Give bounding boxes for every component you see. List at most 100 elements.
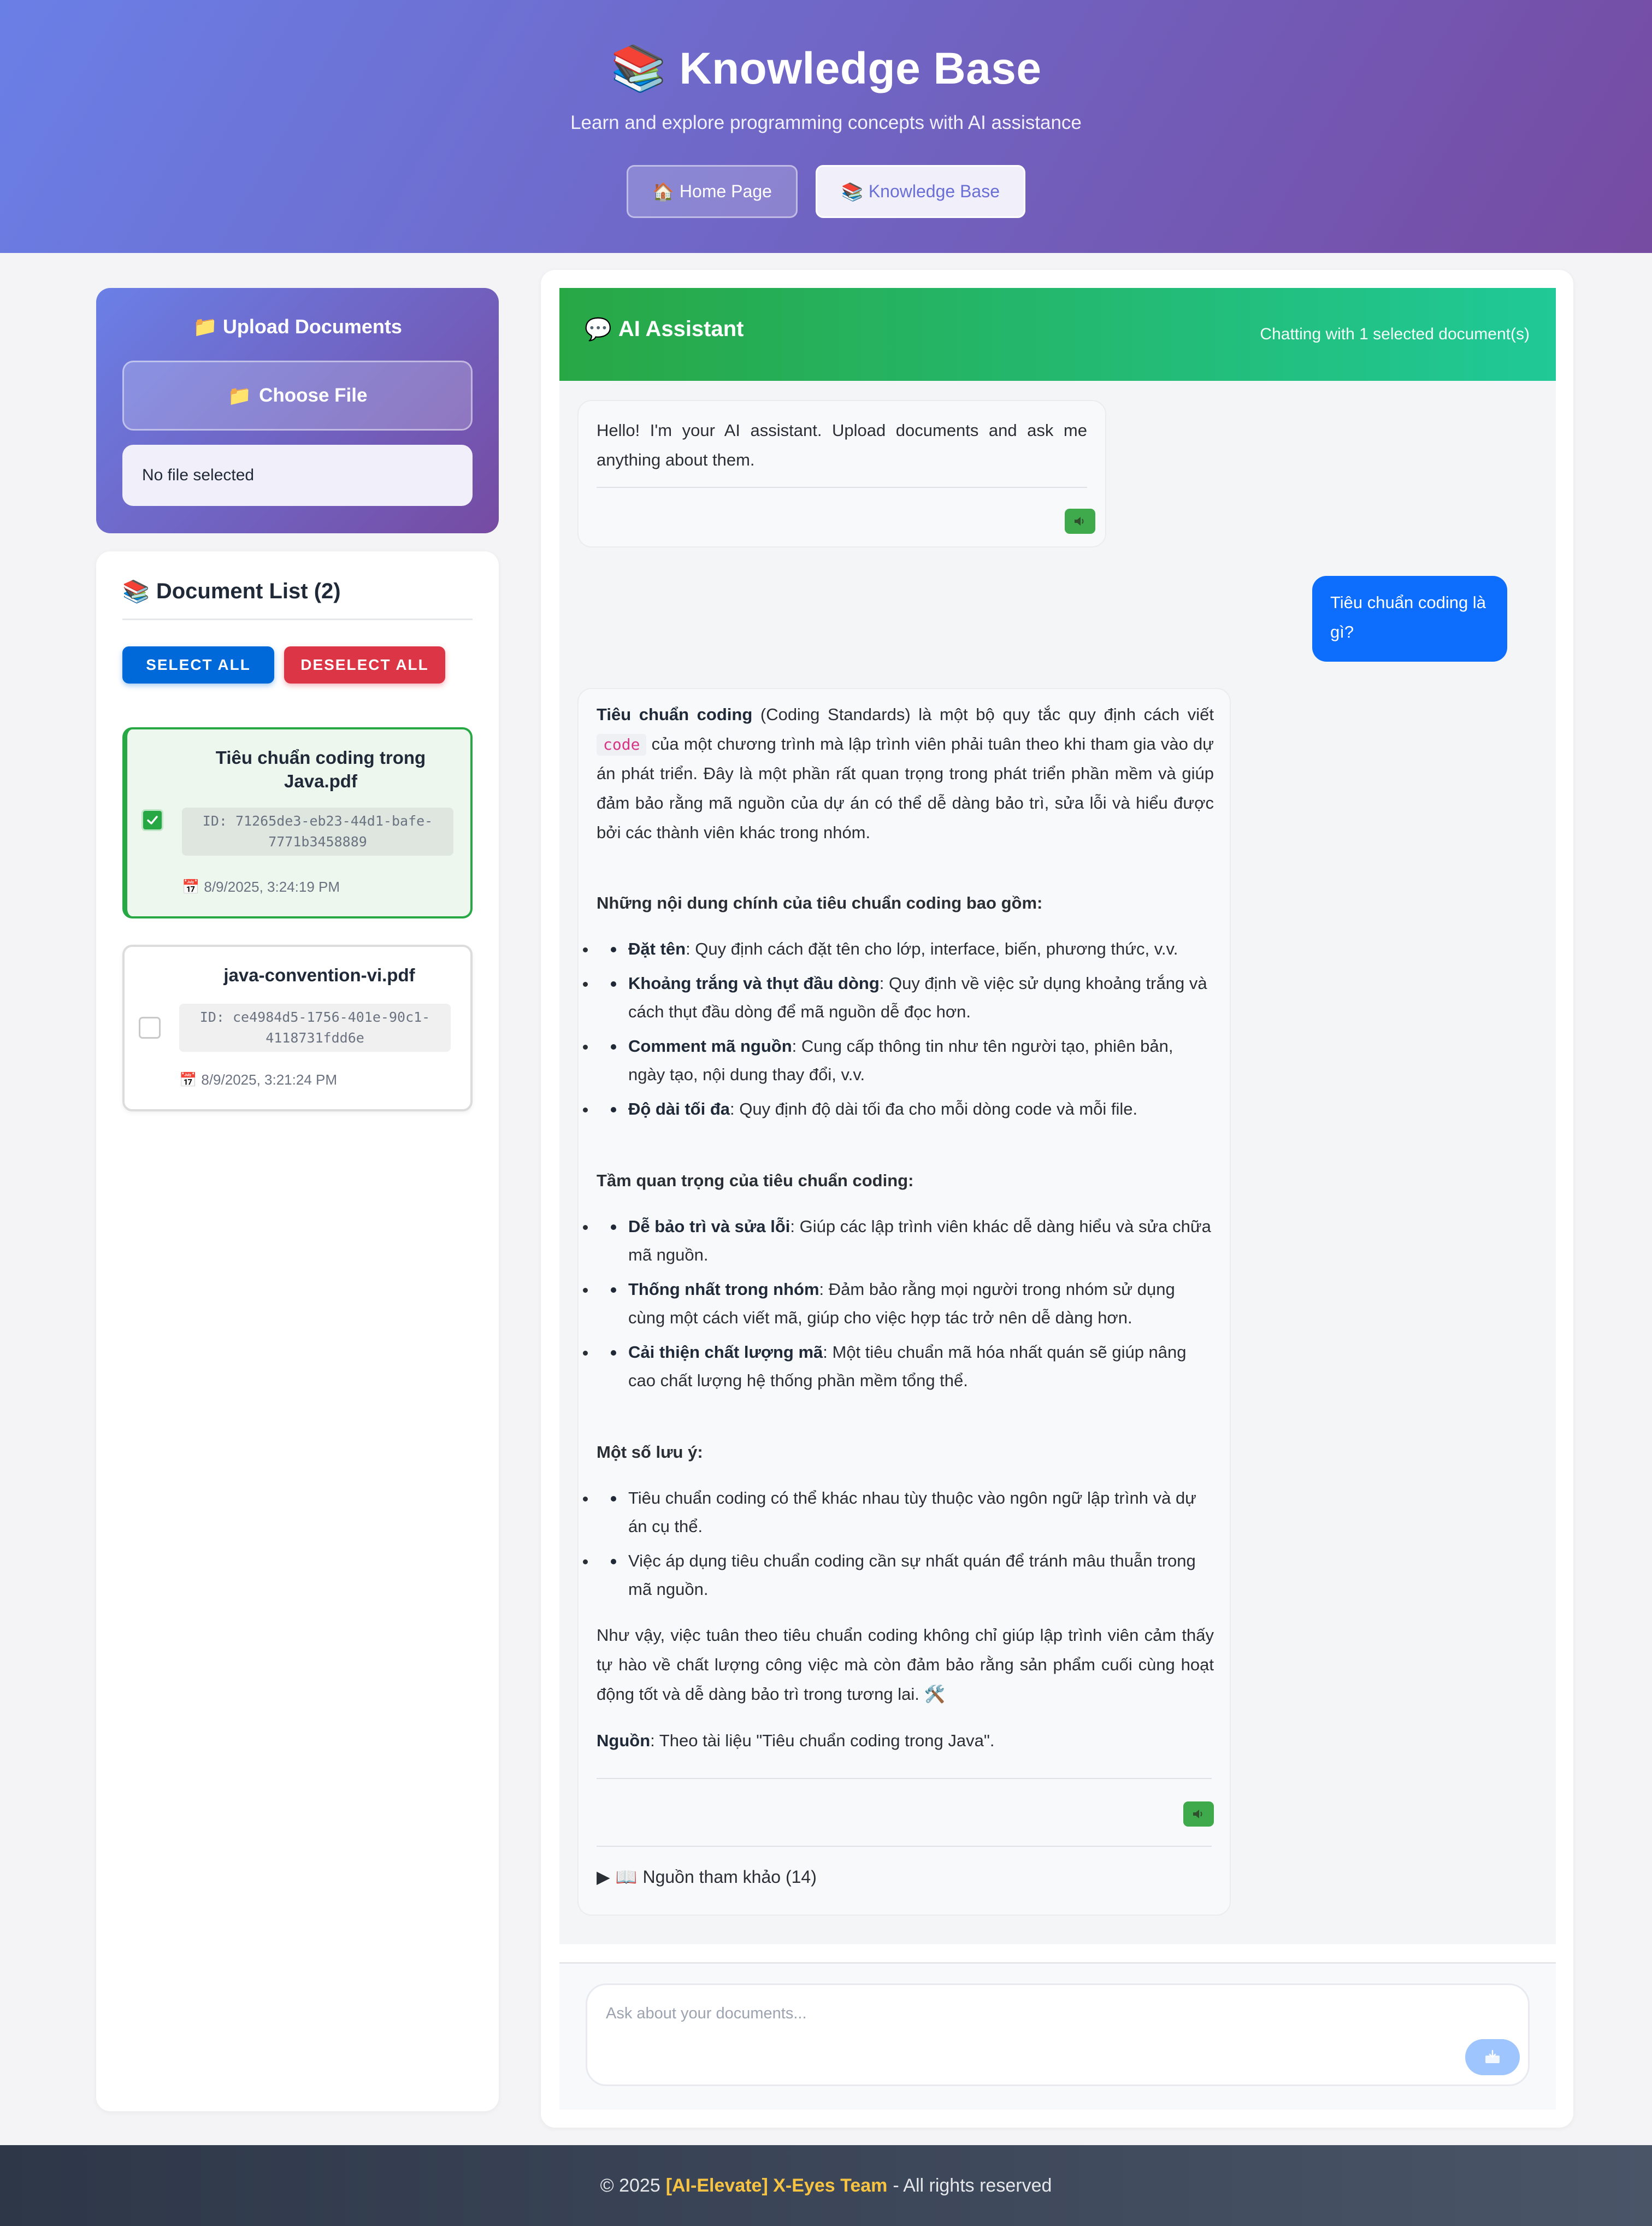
list-item: Thống nhất trong nhóm: Đảm bảo rằng mọi … bbox=[597, 1275, 1214, 1332]
list-item: Tiêu chuẩn coding có thể khác nhau tùy t… bbox=[597, 1484, 1214, 1541]
select-all-button[interactable]: SELECT ALL bbox=[122, 646, 274, 684]
page-title: 📚 Knowledge Base bbox=[0, 43, 1652, 95]
list-item: Cải thiện chất lượng mã: Một tiêu chuẩn … bbox=[597, 1338, 1214, 1395]
books-icon: 📚 bbox=[610, 44, 667, 93]
document-date-text: 8/9/2025, 3:24:19 PM bbox=[204, 879, 340, 895]
knowledge-base-label: Knowledge Base bbox=[868, 181, 1000, 201]
document-list-title-text: Document List (2) bbox=[156, 579, 341, 603]
answer-intro: Tiêu chuẩn coding (Coding Standards) là … bbox=[597, 700, 1214, 847]
document-card[interactable]: java-convention-vi.pdf ID: ce4984d5-1756… bbox=[122, 945, 473, 1111]
speaker-button[interactable] bbox=[1065, 509, 1095, 534]
speaker-icon bbox=[1193, 1810, 1202, 1818]
chat-input-area bbox=[559, 1962, 1556, 2110]
list-item-bold: Cải thiện chất lượng mã bbox=[628, 1342, 823, 1362]
list-item-text: : Quy định độ dài tối đa cho mỗi dòng co… bbox=[730, 1099, 1138, 1118]
document-id: ID: ce4984d5-1756-401e-90c1-4118731fdd6e bbox=[179, 1004, 451, 1052]
list-item-bold: Khoảng trắng và thụt đầu dòng bbox=[628, 974, 880, 993]
checkmark-icon bbox=[147, 816, 158, 825]
answer-intro-text: (Coding Standards) là một bộ quy tắc quy… bbox=[752, 705, 1214, 724]
document-date-text: 8/9/2025, 3:21:24 PM bbox=[201, 1071, 337, 1088]
knowledge-base-button[interactable]: 📚 Knowledge Base bbox=[816, 165, 1025, 218]
answer-list: Đặt tên: Quy định cách đặt tên cho lớp, … bbox=[597, 935, 1214, 1129]
home-page-label: Home Page bbox=[679, 181, 772, 201]
speaker-icon bbox=[1075, 517, 1084, 526]
speech-bubble-icon: 💬 bbox=[585, 317, 612, 341]
list-item-bold: Thống nhất trong nhóm bbox=[628, 1280, 819, 1299]
folder-icon: 📁 bbox=[227, 385, 252, 407]
page-subtitle: Learn and explore programming concepts w… bbox=[570, 112, 1082, 133]
answer-intro-bold: Tiêu chuẩn coding bbox=[597, 705, 753, 724]
user-message: Tiêu chuẩn coding là gì? bbox=[1312, 576, 1507, 662]
chat-status: Chatting with 1 selected document(s) bbox=[1260, 325, 1530, 343]
answer-source-bold: Nguồn bbox=[597, 1731, 651, 1750]
document-list-title: 📚 Document List (2) bbox=[122, 579, 341, 604]
answer-heading: Những nội dung chính của tiêu chuẩn codi… bbox=[597, 893, 1043, 912]
list-item: Comment mã nguồn: Cung cấp thông tin như… bbox=[597, 1032, 1214, 1089]
footer-rights: - All rights reserved bbox=[893, 2175, 1052, 2196]
upload-panel: 📁 Upload Documents 📁 Choose File No file… bbox=[96, 288, 499, 533]
file-status: No file selected bbox=[122, 445, 473, 506]
document-date: 📅 8/9/2025, 3:24:19 PM bbox=[182, 879, 340, 896]
answer-source: Nguồn: Theo tài liệu "Tiêu chuẩn coding … bbox=[597, 1726, 1214, 1756]
document-card[interactable]: Tiêu chuẩn coding trong Java.pdf ID: 712… bbox=[122, 727, 473, 918]
chat-input[interactable] bbox=[586, 1983, 1530, 2086]
document-checkbox[interactable] bbox=[141, 809, 163, 831]
answer-intro-text: của một chương trình mà lập trình viên p… bbox=[597, 734, 1214, 842]
list-item: Độ dài tối đa: Quy định độ dài tối đa ch… bbox=[597, 1095, 1214, 1123]
list-item: Đặt tên: Quy định cách đặt tên cho lớp, … bbox=[597, 935, 1214, 963]
triangle-right-icon: ▶ bbox=[597, 1867, 610, 1887]
calendar-icon: 📅 bbox=[182, 879, 200, 895]
divider bbox=[597, 487, 1087, 488]
list-item-bold: Độ dài tối đa bbox=[628, 1099, 730, 1118]
list-item-bold: Đặt tên bbox=[628, 939, 686, 958]
references-label: Nguồn tham khảo (14) bbox=[642, 1866, 817, 1887]
list-item-bold: Dễ bảo trì và sửa lỗi bbox=[628, 1217, 790, 1236]
deselect-all-button[interactable]: DESELECT ALL bbox=[284, 646, 445, 684]
answer-source-text: : Theo tài liệu "Tiêu chuẩn coding trong… bbox=[650, 1731, 995, 1750]
calendar-icon: 📅 bbox=[179, 1071, 197, 1088]
chat-header: 💬 AI Assistant Chatting with 1 selected … bbox=[559, 288, 1556, 381]
list-item: Việc áp dụng tiêu chuẩn coding cần sự nh… bbox=[597, 1547, 1214, 1604]
document-id: ID: 71265de3-eb23-44d1-bafe-7771b3458889 bbox=[182, 808, 453, 856]
inline-code: code bbox=[597, 734, 647, 756]
document-name: java-convention-vi.pdf bbox=[223, 965, 415, 985]
page-header: 📚 Knowledge Base Learn and explore progr… bbox=[0, 0, 1652, 253]
document-checkbox[interactable] bbox=[139, 1017, 161, 1039]
list-item-bold: Comment mã nguồn bbox=[628, 1037, 792, 1056]
send-icon bbox=[1485, 2050, 1500, 2063]
page-footer: © 2025 [AI-Elevate] X-Eyes Team - All ri… bbox=[0, 2145, 1652, 2226]
page-title-text: Knowledge Base bbox=[679, 44, 1042, 93]
choose-file-button[interactable]: 📁 Choose File bbox=[122, 361, 473, 431]
divider bbox=[597, 1846, 1212, 1847]
document-list-panel: 📚 Document List (2) SELECT ALL DESELECT … bbox=[96, 551, 499, 2111]
house-icon: 🏠 bbox=[652, 181, 674, 202]
list-item: Dễ bảo trì và sửa lỗi: Giúp các lập trìn… bbox=[597, 1212, 1214, 1269]
upload-title-text: Upload Documents bbox=[222, 315, 402, 338]
assistant-message: Hello! I'm your AI assistant. Upload doc… bbox=[577, 400, 1106, 547]
upload-title: 📁 Upload Documents bbox=[96, 315, 499, 338]
answer-heading: Tầm quan trọng của tiêu chuẩn coding: bbox=[597, 1171, 914, 1190]
footer-brand: [AI-Elevate] X-Eyes Team bbox=[665, 2175, 888, 2196]
chat-title-text: AI Assistant bbox=[618, 317, 744, 341]
answer-list: Dễ bảo trì và sửa lỗi: Giúp các lập trìn… bbox=[597, 1212, 1214, 1401]
list-item: Khoảng trắng và thụt đầu dòng: Quy định … bbox=[597, 969, 1214, 1026]
books-icon: 📚 bbox=[122, 580, 150, 604]
speaker-button[interactable] bbox=[1183, 1801, 1214, 1827]
answer-conclusion: Như vậy, việc tuân theo tiêu chuẩn codin… bbox=[597, 1626, 1214, 1704]
assistant-message-text: Hello! I'm your AI assistant. Upload doc… bbox=[597, 421, 1087, 469]
assistant-message: Tiêu chuẩn coding (Coding Standards) là … bbox=[577, 688, 1231, 1916]
chat-messages[interactable]: Hello! I'm your AI assistant. Upload doc… bbox=[559, 381, 1556, 1944]
folder-icon: 📁 bbox=[193, 315, 217, 338]
divider bbox=[122, 619, 473, 620]
answer-heading: Một số lưu ý: bbox=[597, 1442, 703, 1462]
footer-copyright: © 2025 bbox=[600, 2175, 660, 2196]
open-book-icon: 📖 bbox=[615, 1867, 638, 1887]
document-name: Tiêu chuẩn coding trong Java.pdf bbox=[215, 747, 426, 791]
send-button[interactable] bbox=[1465, 2039, 1520, 2075]
books-icon: 📚 bbox=[841, 181, 863, 202]
references-toggle[interactable]: ▶ 📖 Nguồn tham khảo (14) bbox=[597, 1866, 817, 1887]
choose-file-label: Choose File bbox=[259, 385, 368, 406]
list-item-text: : Quy định cách đặt tên cho lớp, interfa… bbox=[686, 939, 1178, 958]
answer-list: Tiêu chuẩn coding có thể khác nhau tùy t… bbox=[597, 1484, 1214, 1610]
home-page-button[interactable]: 🏠 Home Page bbox=[627, 165, 798, 218]
